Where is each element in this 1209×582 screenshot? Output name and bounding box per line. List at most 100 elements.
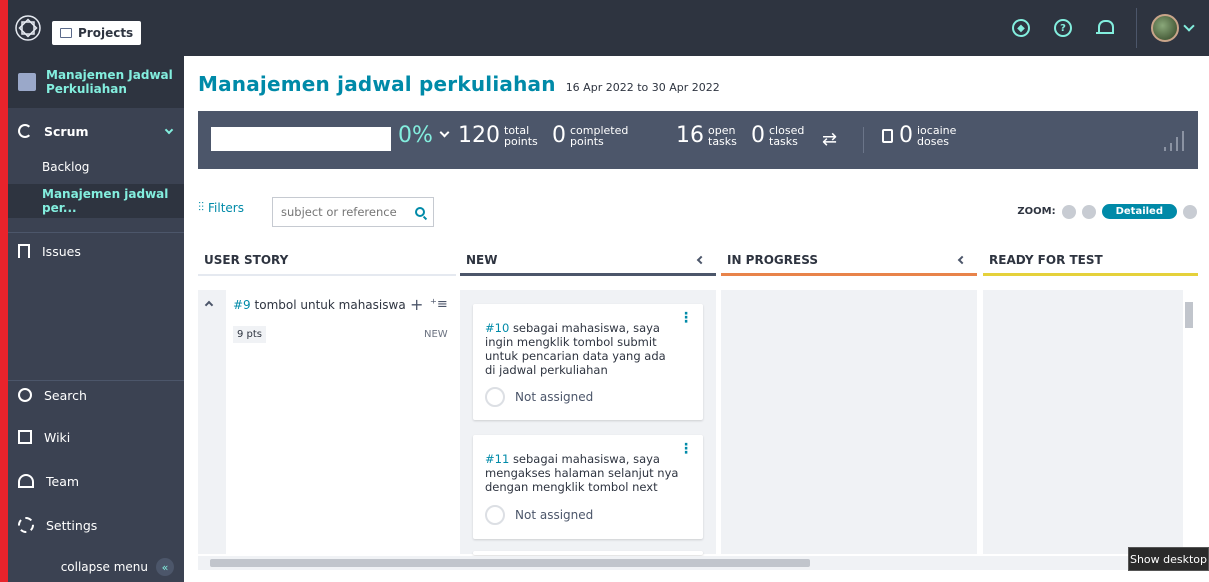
- bell-icon[interactable]: [1096, 19, 1114, 37]
- burndown-chart-icon[interactable]: [1164, 129, 1184, 151]
- user-story-ref[interactable]: #9: [233, 298, 251, 312]
- projects-button[interactable]: Projects: [52, 21, 142, 45]
- closed-l2: tasks: [769, 134, 798, 148]
- page-title: Manajemen jadwal perkuliahan 16 Apr 2022…: [198, 72, 720, 96]
- task-card-text[interactable]: #10 sebagai mahasiswa, saya ingin mengkl…: [485, 321, 679, 377]
- bookmark-icon: [18, 244, 30, 258]
- sprint-stats: 0% 120 total points 0 completed points 16 …: [198, 111, 1198, 169]
- chevron-down-icon: [439, 127, 450, 138]
- user-story-gutter: [198, 290, 226, 554]
- wiki-icon: [18, 430, 32, 444]
- column-header-in-progress[interactable]: IN PROGRESS: [721, 246, 977, 276]
- help-icon[interactable]: ?: [1054, 19, 1072, 37]
- sidebar-item-label: Scrum: [44, 123, 89, 139]
- task-assignee[interactable]: Not assigned: [485, 387, 593, 407]
- column-header-new[interactable]: NEW: [460, 246, 716, 276]
- open-l2: tasks: [708, 134, 737, 148]
- total-points-l1: total: [504, 123, 530, 137]
- zoom-level-2[interactable]: [1081, 204, 1096, 219]
- team-icon: [18, 474, 34, 488]
- search-box[interactable]: [272, 197, 434, 227]
- column-ready-for-test: [983, 290, 1183, 554]
- bulk-add-icon[interactable]: ⁺≡: [430, 297, 448, 312]
- scrollbar-thumb[interactable]: [210, 559, 810, 567]
- sidebar-item-active-sprint[interactable]: Manajemen jadwal per...: [8, 184, 184, 218]
- user-story-subject[interactable]: tombol untuk mahasiswa: [255, 298, 406, 312]
- zoom-level-1[interactable]: [1061, 204, 1076, 219]
- column-title: IN PROGRESS: [727, 252, 818, 267]
- search-input[interactable]: [281, 205, 401, 219]
- progress-bar: [211, 127, 391, 151]
- sidebar-item-search[interactable]: Search: [8, 378, 184, 412]
- sidebar-item-scrum[interactable]: Scrum: [8, 114, 184, 148]
- sidebar: Manajemen Jadwal Perkuliahan Scrum Backl…: [8, 56, 184, 582]
- user-story-title[interactable]: #9 tombol untuk mahasiswa: [233, 298, 406, 312]
- completed-l2: points: [570, 134, 604, 148]
- task-card[interactable]: ⋮ #10 sebagai mahasiswa, saya ingin meng…: [473, 304, 703, 420]
- completed-points-value: 0: [552, 123, 566, 148]
- closed-l1: closed: [769, 123, 805, 137]
- iocaine-icon: [882, 128, 893, 143]
- task-assignee[interactable]: Not assigned: [485, 505, 593, 525]
- sidebar-item-label: Issues: [42, 243, 81, 259]
- folder-icon: [60, 28, 72, 38]
- task-card[interactable]: [473, 551, 703, 555]
- avatar: [1151, 14, 1179, 42]
- sidebar-item-issues[interactable]: Issues: [8, 234, 184, 268]
- completed-points-stat: 0 completed points: [552, 123, 628, 148]
- chevron-left-icon[interactable]: [696, 255, 706, 264]
- chevron-down-icon: [1183, 20, 1195, 32]
- user-menu[interactable]: [1136, 8, 1195, 48]
- collapse-label: collapse menu: [60, 560, 148, 574]
- sidebar-item-label: Team: [46, 473, 80, 489]
- task-card[interactable]: ⋮ #11 sebagai mahasiswa, saya mengakses …: [473, 435, 703, 539]
- project-name-line1: Manajemen Jadwal: [46, 68, 173, 82]
- kebab-icon[interactable]: ⋮: [679, 310, 693, 326]
- top-icons: ◆ ?: [1012, 0, 1195, 56]
- task-ref[interactable]: #10: [485, 321, 509, 335]
- closed-tasks-value: 0: [751, 123, 765, 148]
- column-title: NEW: [466, 252, 498, 267]
- zoom-label: ZOOM:: [1017, 206, 1056, 217]
- sidebar-item-settings[interactable]: Settings: [8, 508, 184, 542]
- swap-icon[interactable]: ⇄: [822, 129, 837, 150]
- task-card-text[interactable]: #11 sebagai mahasiswa, saya mengakses ha…: [485, 452, 679, 494]
- column-title: READY FOR TEST: [989, 252, 1103, 267]
- column-header-ready-for-test[interactable]: READY FOR TEST: [983, 246, 1198, 276]
- task-ref[interactable]: #11: [485, 452, 509, 466]
- compass-icon[interactable]: ◆: [1012, 19, 1030, 37]
- collapse-menu-button[interactable]: collapse menu «: [8, 552, 184, 582]
- open-tasks-stat: 16 open tasks: [676, 123, 737, 148]
- kebab-icon[interactable]: ⋮: [679, 441, 693, 457]
- percent-complete[interactable]: 0%: [398, 123, 450, 148]
- divider: [8, 232, 184, 233]
- scrollbar-thumb[interactable]: [1185, 302, 1193, 328]
- sidebar-item-label: Wiki: [44, 429, 71, 445]
- project-name-line2: Perkuliahan: [46, 82, 127, 96]
- sidebar-item-label: Settings: [46, 517, 98, 533]
- sidebar-item-wiki[interactable]: Wiki: [8, 420, 184, 454]
- chevron-left-icon[interactable]: [957, 255, 967, 264]
- avatar: [485, 505, 505, 525]
- column-title: USER STORY: [204, 253, 289, 267]
- gear-icon: [18, 517, 34, 533]
- horizontal-scrollbar[interactable]: [198, 556, 1198, 570]
- sidebar-project[interactable]: Manajemen Jadwal Perkuliahan: [8, 56, 184, 108]
- open-l1: open: [708, 123, 736, 137]
- add-task-icon[interactable]: +: [410, 295, 423, 314]
- vertical-scrollbar[interactable]: [1183, 292, 1195, 550]
- filters-button[interactable]: ⫶⫶ Filters: [198, 200, 244, 215]
- task-subject: sebagai mahasiswa, saya ingin mengklik t…: [485, 321, 666, 377]
- zoom-level-4[interactable]: [1183, 204, 1197, 219]
- total-points-l2: points: [504, 134, 538, 148]
- chevron-down-icon: [164, 125, 174, 135]
- taiga-logo-icon[interactable]: [10, 10, 46, 46]
- sidebar-item-team[interactable]: Team: [8, 464, 184, 498]
- completed-l1: completed: [570, 123, 629, 137]
- assignee-label: Not assigned: [515, 390, 594, 404]
- window-edge: [0, 0, 8, 582]
- zoom-level-detailed[interactable]: Detailed: [1101, 204, 1177, 219]
- iocaine-l1: iocaine: [917, 123, 957, 137]
- status-badge: NEW: [424, 329, 448, 340]
- sidebar-item-backlog[interactable]: Backlog: [8, 150, 184, 184]
